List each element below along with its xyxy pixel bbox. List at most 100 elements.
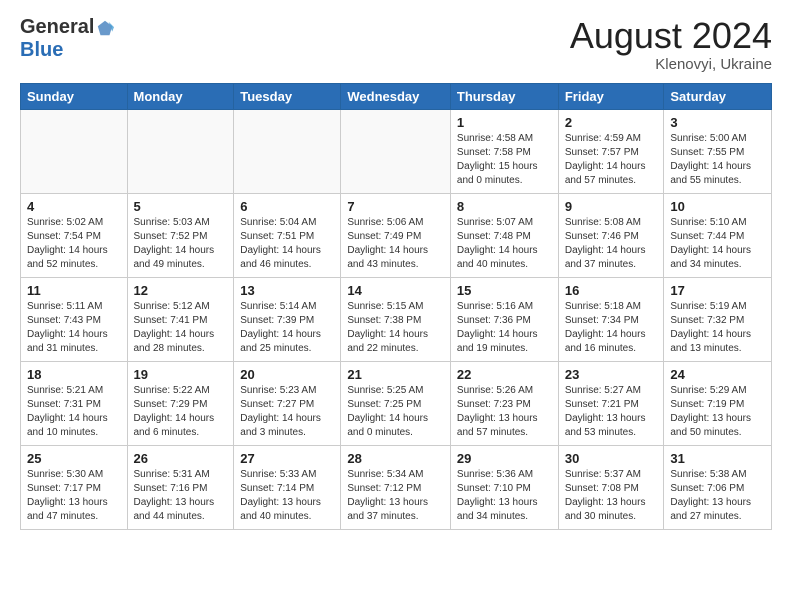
calendar-cell: 19 Sunrise: 5:22 AM Sunset: 7:29 PM Dayli… (127, 361, 234, 445)
day-info: Sunrise: 5:34 AM Sunset: 7:12 PM Dayligh… (347, 468, 444, 524)
day-number: 4 (27, 199, 121, 214)
calendar-cell: 17 Sunrise: 5:19 AM Sunset: 7:32 PM Dayli… (664, 277, 772, 361)
calendar-week-row: 4 Sunrise: 5:02 AM Sunset: 7:54 PM Daylig… (21, 193, 772, 277)
logo-general-text: General (20, 16, 94, 39)
calendar-cell: 13Sunrise: 5:14 AM Sunset: 7:39 PM Dayli… (234, 277, 341, 361)
calendar-cell: 16 Sunrise: 5:18 AM Sunset: 7:34 PM Dayli… (558, 277, 664, 361)
day-number: 22 (457, 367, 552, 382)
day-number: 18 (27, 367, 121, 382)
day-number: 16 (565, 283, 658, 298)
day-number: 8 (457, 199, 552, 214)
day-number: 11 (27, 283, 121, 298)
day-number: 25 (27, 451, 121, 466)
weekday-header-row: SundayMondayTuesdayWednesdayThursdayFrid… (21, 83, 772, 109)
calendar-cell: 22 Sunrise: 5:26 AM Sunset: 7:23 PM Dayli… (450, 361, 558, 445)
day-info: Sunrise: 5:23 AM Sunset: 7:27 PM Dayligh… (240, 384, 334, 440)
day-info: Sunrise: 5:02 AM Sunset: 7:54 PM Dayligh… (27, 216, 121, 272)
calendar-cell: 9Sunrise: 5:08 AM Sunset: 7:46 PM Daylig… (558, 193, 664, 277)
calendar-cell: 30 Sunrise: 5:37 AM Sunset: 7:08 PM Dayli… (558, 445, 664, 529)
calendar-cell (21, 109, 128, 193)
day-number: 3 (670, 115, 765, 130)
day-info: Sunrise: 5:19 AM Sunset: 7:32 PM Dayligh… (670, 300, 765, 356)
calendar-cell: 18 Sunrise: 5:21 AM Sunset: 7:31 PM Dayli… (21, 361, 128, 445)
day-info: Sunrise: 5:22 AM Sunset: 7:29 PM Dayligh… (134, 384, 228, 440)
calendar-cell: 4 Sunrise: 5:02 AM Sunset: 7:54 PM Daylig… (21, 193, 128, 277)
day-number: 5 (134, 199, 228, 214)
day-number: 27 (240, 451, 334, 466)
day-number: 2 (565, 115, 658, 130)
calendar-cell: 7Sunrise: 5:06 AM Sunset: 7:49 PM Daylig… (341, 193, 451, 277)
month-title: August 2024 (570, 16, 772, 56)
day-info: Sunrise: 5:25 AM Sunset: 7:25 PM Dayligh… (347, 384, 444, 440)
day-info: Sunrise: 5:15 AM Sunset: 7:38 PM Dayligh… (347, 300, 444, 356)
logo: General Blue (20, 16, 114, 62)
day-number: 31 (670, 451, 765, 466)
day-info: Sunrise: 5:36 AM Sunset: 7:10 PM Dayligh… (457, 468, 552, 524)
day-info: Sunrise: 5:37 AM Sunset: 7:08 PM Dayligh… (565, 468, 658, 524)
calendar-cell: 14 Sunrise: 5:15 AM Sunset: 7:38 PM Dayli… (341, 277, 451, 361)
day-number: 1 (457, 115, 552, 130)
calendar-week-row: 11 Sunrise: 5:11 AM Sunset: 7:43 PM Dayli… (21, 277, 772, 361)
day-number: 14 (347, 283, 444, 298)
calendar-cell: 27 Sunrise: 5:33 AM Sunset: 7:14 PM Dayli… (234, 445, 341, 529)
calendar-cell: 15 Sunrise: 5:16 AM Sunset: 7:36 PM Dayli… (450, 277, 558, 361)
calendar-cell: 24Sunrise: 5:29 AM Sunset: 7:19 PM Dayli… (664, 361, 772, 445)
calendar-cell: 25 Sunrise: 5:30 AM Sunset: 7:17 PM Dayli… (21, 445, 128, 529)
calendar-cell: 2 Sunrise: 4:59 AM Sunset: 7:57 PM Daylig… (558, 109, 664, 193)
day-info: Sunrise: 5:27 AM Sunset: 7:21 PM Dayligh… (565, 384, 658, 440)
day-info: Sunrise: 5:11 AM Sunset: 7:43 PM Dayligh… (27, 300, 121, 356)
calendar-cell (341, 109, 451, 193)
calendar-cell: 28Sunrise: 5:34 AM Sunset: 7:12 PM Dayli… (341, 445, 451, 529)
day-info: Sunrise: 5:04 AM Sunset: 7:51 PM Dayligh… (240, 216, 334, 272)
logo-icon (96, 19, 114, 37)
calendar-cell (234, 109, 341, 193)
day-number: 21 (347, 367, 444, 382)
calendar-cell: 5 Sunrise: 5:03 AM Sunset: 7:52 PM Daylig… (127, 193, 234, 277)
calendar-cell: 21 Sunrise: 5:25 AM Sunset: 7:25 PM Dayli… (341, 361, 451, 445)
day-info: Sunrise: 4:59 AM Sunset: 7:57 PM Dayligh… (565, 132, 658, 188)
day-number: 20 (240, 367, 334, 382)
day-info: Sunrise: 5:38 AM Sunset: 7:06 PM Dayligh… (670, 468, 765, 524)
weekday-header-tuesday: Tuesday (234, 83, 341, 109)
day-info: Sunrise: 5:26 AM Sunset: 7:23 PM Dayligh… (457, 384, 552, 440)
day-info: Sunrise: 5:33 AM Sunset: 7:14 PM Dayligh… (240, 468, 334, 524)
calendar-cell: 1 Sunrise: 4:58 AM Sunset: 7:58 PM Daylig… (450, 109, 558, 193)
calendar-cell (127, 109, 234, 193)
calendar-cell: 8Sunrise: 5:07 AM Sunset: 7:48 PM Daylig… (450, 193, 558, 277)
weekday-header-saturday: Saturday (664, 83, 772, 109)
day-number: 10 (670, 199, 765, 214)
weekday-header-monday: Monday (127, 83, 234, 109)
page-header: General Blue August 2024 Klenovyi, Ukrai… (20, 16, 772, 73)
day-info: Sunrise: 5:03 AM Sunset: 7:52 PM Dayligh… (134, 216, 228, 272)
calendar-week-row: 18 Sunrise: 5:21 AM Sunset: 7:31 PM Dayli… (21, 361, 772, 445)
day-number: 13 (240, 283, 334, 298)
weekday-header-wednesday: Wednesday (341, 83, 451, 109)
day-info: Sunrise: 5:30 AM Sunset: 7:17 PM Dayligh… (27, 468, 121, 524)
day-number: 30 (565, 451, 658, 466)
title-section: August 2024 Klenovyi, Ukraine (570, 16, 772, 73)
day-info: Sunrise: 5:00 AM Sunset: 7:55 PM Dayligh… (670, 132, 765, 188)
day-info: Sunrise: 4:58 AM Sunset: 7:58 PM Dayligh… (457, 132, 552, 188)
day-info: Sunrise: 5:16 AM Sunset: 7:36 PM Dayligh… (457, 300, 552, 356)
day-info: Sunrise: 5:21 AM Sunset: 7:31 PM Dayligh… (27, 384, 121, 440)
weekday-header-sunday: Sunday (21, 83, 128, 109)
day-info: Sunrise: 5:18 AM Sunset: 7:34 PM Dayligh… (565, 300, 658, 356)
calendar-week-row: 1 Sunrise: 4:58 AM Sunset: 7:58 PM Daylig… (21, 109, 772, 193)
logo-blue-text: Blue (20, 39, 63, 62)
weekday-header-thursday: Thursday (450, 83, 558, 109)
calendar-cell: 10Sunrise: 5:10 AM Sunset: 7:44 PM Dayli… (664, 193, 772, 277)
day-info: Sunrise: 5:06 AM Sunset: 7:49 PM Dayligh… (347, 216, 444, 272)
location-subtitle: Klenovyi, Ukraine (570, 56, 772, 73)
day-info: Sunrise: 5:31 AM Sunset: 7:16 PM Dayligh… (134, 468, 228, 524)
day-number: 15 (457, 283, 552, 298)
day-number: 17 (670, 283, 765, 298)
calendar-table: SundayMondayTuesdayWednesdayThursdayFrid… (20, 83, 772, 530)
day-number: 19 (134, 367, 228, 382)
calendar-cell: 23 Sunrise: 5:27 AM Sunset: 7:21 PM Dayli… (558, 361, 664, 445)
day-info: Sunrise: 5:29 AM Sunset: 7:19 PM Dayligh… (670, 384, 765, 440)
calendar-cell: 26Sunrise: 5:31 AM Sunset: 7:16 PM Dayli… (127, 445, 234, 529)
day-info: Sunrise: 5:08 AM Sunset: 7:46 PM Dayligh… (565, 216, 658, 272)
day-number: 12 (134, 283, 228, 298)
day-number: 6 (240, 199, 334, 214)
day-number: 23 (565, 367, 658, 382)
